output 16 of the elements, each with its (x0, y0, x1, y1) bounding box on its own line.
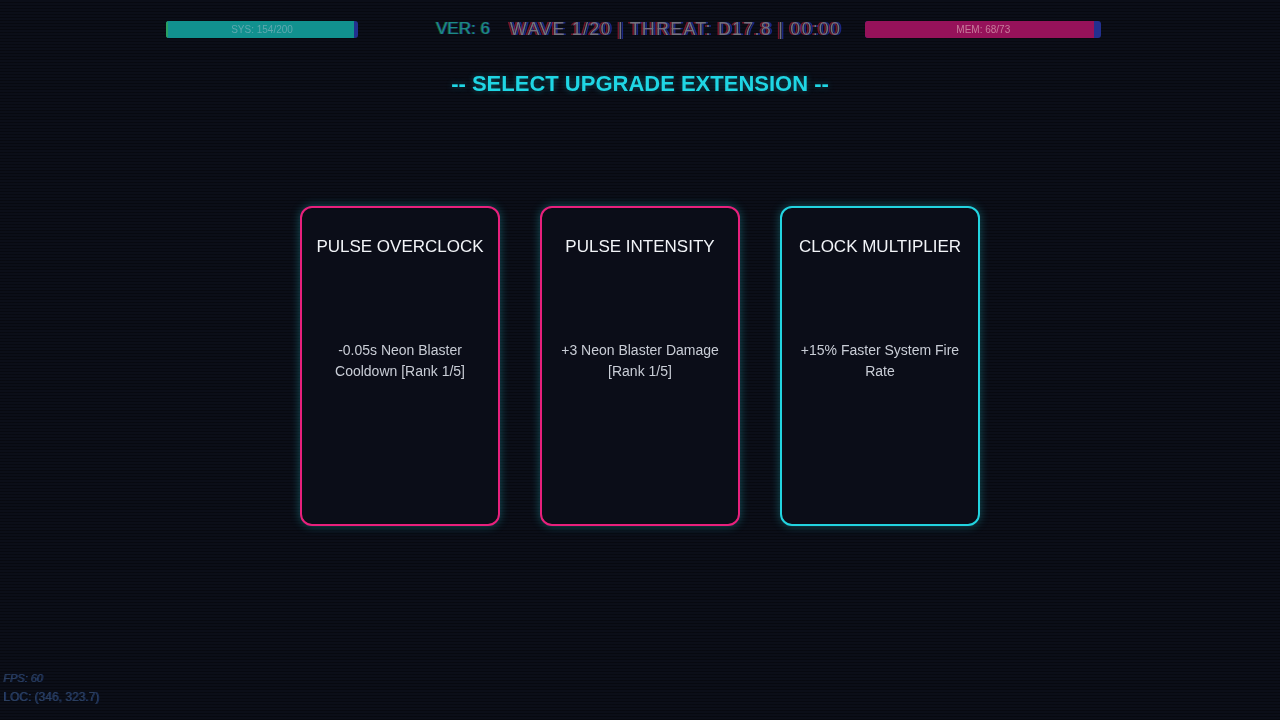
sys-meter-label: SYS: 154/200 (231, 22, 293, 36)
upgrade-description: +15% Faster System Fire Rate (799, 341, 961, 381)
upgrade-card[interactable]: PULSE OVERCLOCK -0.05s Neon Blaster Cooldown [Rank 1/5] (300, 206, 500, 526)
upgrade-title: PULSE OVERCLOCK (316, 236, 484, 258)
upgrade-card[interactable]: PULSE INTENSITY +3 Neon Blaster Damage [Rank 1/5] (540, 206, 740, 526)
upgrade-description: -0.05s Neon Blaster Cooldown [Rank 1/5] (334, 341, 466, 381)
upgrade-description: +3 Neon Blaster Damage [Rank 1/5] (560, 341, 720, 381)
location-text: LOC: (346, 323.7) (3, 690, 100, 704)
version-text: VER: 6 (436, 19, 490, 39)
upgrade-card[interactable]: CLOCK MULTIPLIER +15% Faster System Fire Rate (780, 206, 980, 526)
mem-meter-label: MEM: 68/73 (956, 22, 1011, 36)
upgrade-title: PULSE INTENSITY (565, 236, 715, 258)
fps-text: FPS: 60 (3, 671, 43, 685)
upgrade-title: CLOCK MULTIPLIER (798, 236, 962, 258)
wave-status-text: WAVE 1/20 | THREAT: D17.8 | 00:00 (509, 18, 842, 40)
screen-title: -- SELECT UPGRADE EXTENSION -- (451, 70, 829, 98)
